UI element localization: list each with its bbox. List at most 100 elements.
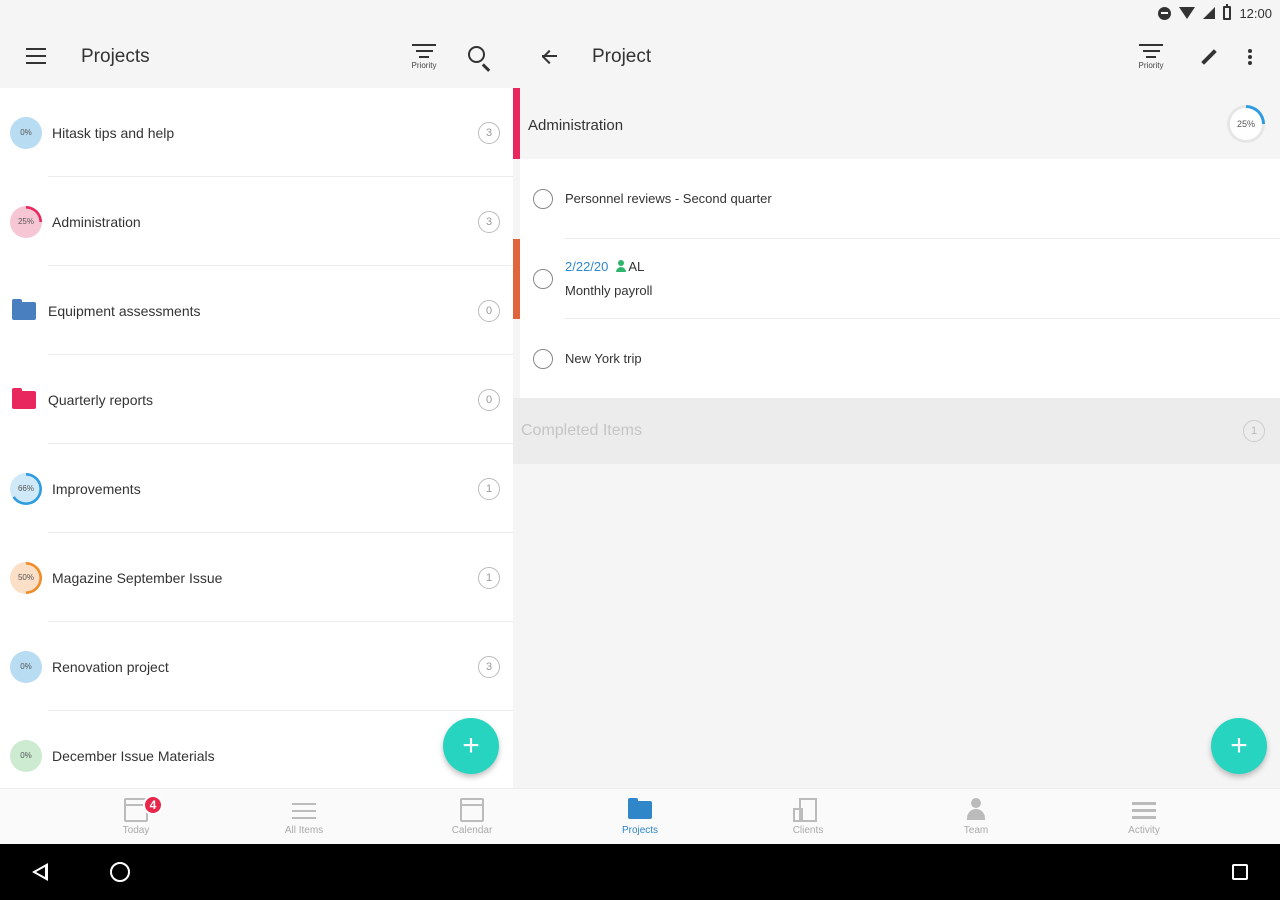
item-count-badge: 1 [478, 477, 500, 500]
project-row[interactable]: 0% Renovation project 3 [0, 622, 513, 711]
filter-label: Priority [411, 61, 437, 70]
task-checkbox[interactable] [533, 189, 553, 209]
projects-panel: Projects Priority 0% Hitask tips and hel… [0, 26, 513, 800]
project-name: Renovation project [52, 658, 169, 675]
nav-label: Activity [1128, 825, 1160, 836]
item-count-badge: 3 [478, 655, 500, 678]
building-icon [793, 798, 817, 822]
nav-today[interactable]: 4 Today [52, 789, 220, 845]
project-row[interactable]: Equipment assessments 0 [0, 266, 513, 355]
filter-label: Priority [1138, 61, 1164, 70]
project-row[interactable]: 25% Administration 3 [0, 177, 513, 266]
nav-team[interactable]: Team [892, 789, 1060, 845]
nav-clients[interactable]: Clients [724, 789, 892, 845]
nav-label: Today [122, 825, 150, 836]
item-count-badge: 3 [478, 210, 500, 233]
system-recents-icon[interactable] [1232, 864, 1248, 880]
project-row[interactable]: Quarterly reports 0 [0, 355, 513, 444]
plus-icon: + [1230, 729, 1248, 762]
task-meta: 2/22/20 AL [565, 259, 644, 274]
progress-circle: 0% [10, 650, 42, 683]
completed-items-label: Completed Items [521, 422, 642, 439]
progress-circle: 0% [10, 116, 42, 149]
task-assignee: AL [628, 259, 645, 274]
project-header[interactable]: Administration 25% [513, 88, 1280, 159]
task-row[interactable]: 2/22/20 AL Monthly payroll [513, 239, 1280, 319]
back-arrow-icon[interactable] [538, 44, 562, 68]
project-name: Magazine September Issue [52, 569, 223, 586]
more-options-icon[interactable] [1246, 46, 1254, 68]
nav-label: All Items [284, 825, 324, 836]
item-count-badge: 0 [478, 388, 500, 411]
progress-circle: 50% [10, 561, 42, 594]
project-list: 0% Hitask tips and help 3 25% Administra… [0, 88, 513, 800]
project-header-title: Administration [528, 117, 624, 134]
project-detail-panel: Project Priority Administration 25% Pers… [513, 26, 1280, 788]
project-color-strip [513, 88, 520, 159]
folder-icon [12, 387, 36, 409]
project-row[interactable]: 0% Hitask tips and help 3 [0, 88, 513, 177]
progress-circle: 66% [10, 472, 42, 505]
task-title: Monthly payroll [565, 283, 653, 298]
item-count-badge: 1 [478, 566, 500, 589]
android-navigation-bar [0, 844, 1280, 900]
task-checkbox[interactable] [533, 269, 553, 289]
nav-calendar[interactable]: Calendar [388, 789, 556, 845]
priority-filter-button[interactable]: Priority [406, 42, 442, 78]
nav-label: Calendar [451, 825, 493, 836]
calendar-icon [460, 798, 484, 822]
nav-label: Clients [792, 825, 824, 836]
nav-label: Team [963, 825, 989, 836]
projects-app-bar: Projects Priority [0, 26, 513, 88]
task-checkbox[interactable] [533, 349, 553, 369]
add-project-button[interactable]: + [443, 718, 499, 774]
progress-circle: 0% [10, 739, 42, 772]
progress-circle: 25% [10, 205, 42, 238]
today-badge: 4 [143, 795, 163, 815]
status-bar: 12:00 [0, 0, 1280, 26]
nav-activity[interactable]: Activity [1060, 789, 1228, 845]
battery-icon [1223, 4, 1232, 20]
nav-label: Projects [621, 825, 659, 836]
project-progress-circle: 25% [1227, 105, 1265, 143]
folder-icon [628, 798, 652, 819]
task-row[interactable]: New York trip [520, 319, 1280, 399]
plus-icon: + [462, 729, 480, 762]
completed-count-badge: 1 [1243, 420, 1265, 442]
nav-all-items[interactable]: All Items [220, 789, 388, 845]
do-not-disturb-icon [1158, 6, 1172, 20]
task-title: Personnel reviews - Second quarter [565, 191, 772, 206]
detail-title: Project [592, 46, 652, 67]
project-name: Improvements [52, 480, 141, 497]
project-app-bar: Project Priority [513, 26, 1280, 88]
system-back-icon[interactable] [32, 863, 48, 881]
nav-projects[interactable]: Projects [556, 789, 724, 845]
project-name: Hitask tips and help [52, 124, 175, 141]
edit-pencil-icon[interactable] [1197, 46, 1221, 70]
wifi-icon [1179, 7, 1196, 19]
completed-items-row[interactable]: Completed Items 1 [513, 398, 1280, 464]
project-name: Administration [52, 213, 141, 230]
project-row[interactable]: 0% December Issue Materials [0, 711, 513, 800]
menu-icon[interactable] [26, 48, 46, 64]
system-home-icon[interactable] [110, 862, 130, 882]
task-list: Personnel reviews - Second quarter 2/22/… [513, 159, 1280, 399]
activity-icon [1132, 798, 1156, 822]
priority-filter-button[interactable]: Priority [1133, 42, 1169, 78]
person-icon [616, 260, 627, 272]
search-icon[interactable] [466, 44, 494, 72]
add-task-button[interactable]: + [1211, 718, 1267, 774]
project-row[interactable]: 66% Improvements 1 [0, 444, 513, 533]
status-time: 12:00 [1239, 5, 1272, 21]
filter-icon [412, 44, 436, 58]
filter-icon [1139, 44, 1163, 58]
page-title: Projects [81, 46, 150, 67]
team-icon [964, 798, 988, 822]
item-count-badge: 0 [478, 299, 500, 322]
cellular-icon [1203, 7, 1216, 19]
task-row[interactable]: Personnel reviews - Second quarter [520, 159, 1280, 239]
project-name: Quarterly reports [48, 391, 154, 408]
folder-icon [12, 298, 36, 320]
project-row[interactable]: 50% Magazine September Issue 1 [0, 533, 513, 622]
task-priority-strip [513, 239, 520, 319]
